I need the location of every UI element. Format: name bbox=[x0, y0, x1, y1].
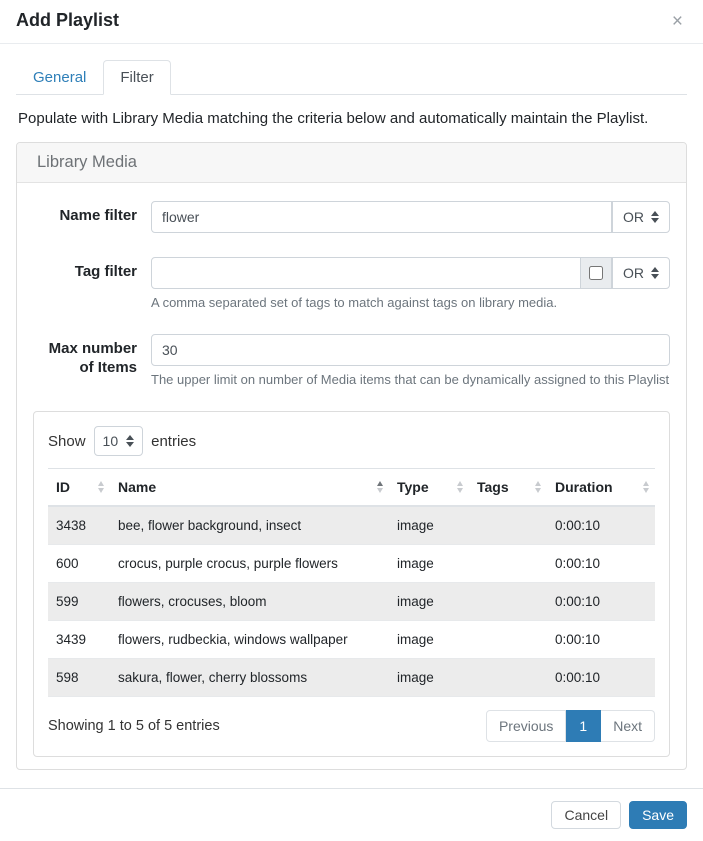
cell-id: 3439 bbox=[48, 621, 110, 659]
media-table-container: Show 10 entries ID Name Type bbox=[33, 411, 670, 757]
cell-duration: 0:00:10 bbox=[547, 621, 655, 659]
cell-duration: 0:00:10 bbox=[547, 583, 655, 621]
page-length-value: 10 bbox=[103, 433, 119, 449]
cell-id: 598 bbox=[48, 659, 110, 697]
name-filter-operator-value: OR bbox=[623, 209, 644, 225]
media-table: ID Name Type Tags Duration 3438bee, flow… bbox=[48, 468, 655, 697]
table-row: 599flowers, crocuses, bloomimage 0:00:10 bbox=[48, 583, 655, 621]
entries-label: entries bbox=[151, 433, 196, 450]
cell-duration: 0:00:10 bbox=[547, 659, 655, 697]
save-button[interactable]: Save bbox=[629, 801, 687, 829]
cell-duration: 0:00:10 bbox=[547, 506, 655, 545]
tab-bar: General Filter bbox=[16, 60, 687, 95]
cell-id: 599 bbox=[48, 583, 110, 621]
column-header-duration[interactable]: Duration bbox=[547, 469, 655, 507]
cell-tags bbox=[469, 621, 547, 659]
tag-filter-exact-checkbox[interactable] bbox=[589, 266, 603, 280]
name-filter-operator-select[interactable]: OR bbox=[612, 201, 670, 233]
library-media-card: Library Media Name filter OR bbox=[16, 142, 687, 770]
page-length-select[interactable]: 10 bbox=[94, 426, 144, 456]
tab-general[interactable]: General bbox=[16, 60, 103, 95]
cell-type: image bbox=[389, 545, 469, 583]
tag-filter-input[interactable] bbox=[151, 257, 581, 289]
library-media-card-body: Name filter OR Tag filter bbox=[17, 183, 686, 769]
cell-tags bbox=[469, 583, 547, 621]
sort-icon bbox=[643, 481, 649, 493]
show-label: Show bbox=[48, 433, 86, 450]
cell-tags bbox=[469, 545, 547, 583]
library-media-card-title: Library Media bbox=[17, 143, 686, 183]
cell-duration: 0:00:10 bbox=[547, 545, 655, 583]
tag-filter-group: Tag filter OR A comma sepa bbox=[33, 257, 670, 310]
tag-filter-operator-select[interactable]: OR bbox=[612, 257, 670, 289]
cell-name: flowers, rudbeckia, windows wallpaper bbox=[110, 621, 389, 659]
cell-tags bbox=[469, 659, 547, 697]
modal-title: Add Playlist bbox=[16, 10, 119, 31]
table-footer: Showing 1 to 5 of 5 entries Previous 1 N… bbox=[48, 710, 655, 742]
tag-filter-label: Tag filter bbox=[33, 257, 151, 310]
media-table-header-row: ID Name Type Tags Duration bbox=[48, 469, 655, 507]
max-items-label: Max number of Items bbox=[33, 334, 151, 387]
modal-header: Add Playlist × bbox=[0, 0, 703, 44]
sort-icon bbox=[457, 481, 463, 493]
tag-filter-operator-value: OR bbox=[623, 265, 644, 281]
select-arrows-icon bbox=[651, 211, 659, 223]
cell-tags bbox=[469, 506, 547, 545]
max-items-group: Max number of Items The upper limit on n… bbox=[33, 334, 670, 387]
cell-name: flowers, crocuses, bloom bbox=[110, 583, 389, 621]
add-playlist-modal: Add Playlist × General Filter Populate w… bbox=[0, 0, 703, 841]
filter-tab-description: Populate with Library Media matching the… bbox=[18, 110, 685, 127]
table-row: 598sakura, flower, cherry blossomsimage 0… bbox=[48, 659, 655, 697]
table-row: 600crocus, purple crocus, purple flowers… bbox=[48, 545, 655, 583]
cell-name: sakura, flower, cherry blossoms bbox=[110, 659, 389, 697]
modal-body: General Filter Populate with Library Med… bbox=[0, 44, 703, 788]
column-header-type[interactable]: Type bbox=[389, 469, 469, 507]
pagination-next-button[interactable]: Next bbox=[601, 710, 655, 742]
cell-name: crocus, purple crocus, purple flowers bbox=[110, 545, 389, 583]
select-arrows-icon bbox=[651, 267, 659, 279]
tab-filter[interactable]: Filter bbox=[103, 60, 170, 95]
modal-footer: Cancel Save bbox=[0, 788, 703, 841]
max-items-help-text: The upper limit on number of Media items… bbox=[151, 372, 670, 387]
sort-icon bbox=[98, 481, 104, 493]
select-arrows-icon bbox=[126, 435, 134, 447]
name-filter-group: Name filter OR bbox=[33, 201, 670, 233]
table-row: 3438bee, flower background, insectimage 0… bbox=[48, 506, 655, 545]
cell-type: image bbox=[389, 659, 469, 697]
table-row: 3439flowers, rudbeckia, windows wallpape… bbox=[48, 621, 655, 659]
sort-icon bbox=[535, 481, 541, 493]
column-header-name[interactable]: Name bbox=[110, 469, 389, 507]
column-header-id[interactable]: ID bbox=[48, 469, 110, 507]
tag-filter-help-text: A comma separated set of tags to match a… bbox=[151, 295, 670, 310]
table-length-row: Show 10 entries bbox=[48, 426, 655, 456]
cell-type: image bbox=[389, 506, 469, 545]
name-filter-label: Name filter bbox=[33, 201, 151, 233]
name-filter-input[interactable] bbox=[151, 201, 612, 233]
sort-asc-icon bbox=[377, 481, 383, 493]
pagination-page-1-button[interactable]: 1 bbox=[566, 710, 601, 742]
close-icon[interactable]: × bbox=[668, 10, 687, 33]
cancel-button[interactable]: Cancel bbox=[551, 801, 621, 829]
pagination-previous-button[interactable]: Previous bbox=[486, 710, 566, 742]
column-header-tags[interactable]: Tags bbox=[469, 469, 547, 507]
tag-filter-exact-addon bbox=[581, 257, 612, 289]
cell-id: 600 bbox=[48, 545, 110, 583]
pagination: Previous 1 Next bbox=[486, 710, 655, 742]
cell-name: bee, flower background, insect bbox=[110, 506, 389, 545]
max-items-input[interactable] bbox=[151, 334, 670, 366]
cell-type: image bbox=[389, 621, 469, 659]
table-info-text: Showing 1 to 5 of 5 entries bbox=[48, 718, 220, 734]
cell-id: 3438 bbox=[48, 506, 110, 545]
cell-type: image bbox=[389, 583, 469, 621]
